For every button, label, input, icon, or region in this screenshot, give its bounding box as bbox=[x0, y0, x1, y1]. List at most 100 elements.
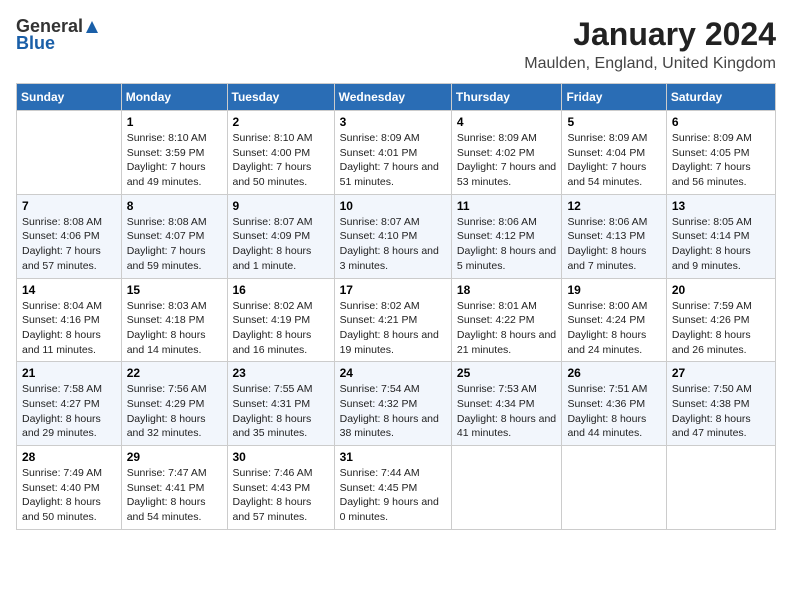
cell-info: Sunrise: 7:44 AMSunset: 4:45 PMDaylight:… bbox=[340, 466, 446, 525]
cell-info: Sunrise: 8:02 AMSunset: 4:21 PMDaylight:… bbox=[340, 299, 446, 358]
header-tuesday: Tuesday bbox=[227, 84, 334, 111]
header-friday: Friday bbox=[562, 84, 666, 111]
week-row-4: 28Sunrise: 7:49 AMSunset: 4:40 PMDayligh… bbox=[17, 446, 776, 530]
calendar-cell: 13 Sunrise: 8:05 AMSunset: 4:14 PMDayligh… bbox=[666, 194, 775, 278]
cell-info: Sunrise: 8:09 AMSunset: 4:04 PMDaylight:… bbox=[567, 131, 660, 190]
day-number: 18 bbox=[457, 283, 557, 297]
calendar-cell: 24 Sunrise: 7:54 AMSunset: 4:32 PMDayligh… bbox=[334, 362, 451, 446]
day-number: 15 bbox=[127, 283, 222, 297]
calendar-cell: 18 Sunrise: 8:01 AMSunset: 4:22 PMDayligh… bbox=[451, 278, 562, 362]
calendar-cell: 16Sunrise: 8:02 AMSunset: 4:19 PMDayligh… bbox=[227, 278, 334, 362]
day-number: 12 bbox=[567, 199, 660, 213]
logo: General Blue bbox=[16, 16, 100, 54]
cell-info: Sunrise: 7:46 AMSunset: 4:43 PMDaylight:… bbox=[233, 466, 329, 525]
cell-info: Sunrise: 8:08 AMSunset: 4:06 PMDaylight:… bbox=[22, 215, 116, 274]
cell-info: Sunrise: 8:05 AMSunset: 4:14 PMDaylight:… bbox=[672, 215, 770, 274]
day-number: 22 bbox=[127, 366, 222, 380]
header-monday: Monday bbox=[121, 84, 227, 111]
cell-info: Sunrise: 7:53 AMSunset: 4:34 PMDaylight:… bbox=[457, 382, 557, 441]
calendar-cell: 17 Sunrise: 8:02 AMSunset: 4:21 PMDayligh… bbox=[334, 278, 451, 362]
week-row-2: 14 Sunrise: 8:04 AMSunset: 4:16 PMDayligh… bbox=[17, 278, 776, 362]
calendar-cell: 1 Sunrise: 8:10 AMSunset: 3:59 PMDaylight… bbox=[121, 111, 227, 195]
day-number: 9 bbox=[233, 199, 329, 213]
calendar-cell: 21 Sunrise: 7:58 AMSunset: 4:27 PMDayligh… bbox=[17, 362, 122, 446]
day-number: 14 bbox=[22, 283, 116, 297]
cell-info: Sunrise: 8:10 AMSunset: 4:00 PMDaylight:… bbox=[233, 131, 329, 190]
day-number: 20 bbox=[672, 283, 770, 297]
day-number: 5 bbox=[567, 115, 660, 129]
calendar-cell: 6Sunrise: 8:09 AMSunset: 4:05 PMDaylight… bbox=[666, 111, 775, 195]
day-number: 29 bbox=[127, 450, 222, 464]
cell-info: Sunrise: 8:07 AMSunset: 4:10 PMDaylight:… bbox=[340, 215, 446, 274]
day-number: 2 bbox=[233, 115, 329, 129]
cell-info: Sunrise: 8:08 AMSunset: 4:07 PMDaylight:… bbox=[127, 215, 222, 274]
logo-icon bbox=[84, 19, 100, 35]
calendar-cell: 23 Sunrise: 7:55 AMSunset: 4:31 PMDayligh… bbox=[227, 362, 334, 446]
cell-info: Sunrise: 7:56 AMSunset: 4:29 PMDaylight:… bbox=[127, 382, 222, 441]
calendar-cell: 12 Sunrise: 8:06 AMSunset: 4:13 PMDayligh… bbox=[562, 194, 666, 278]
cell-info: Sunrise: 7:54 AMSunset: 4:32 PMDaylight:… bbox=[340, 382, 446, 441]
day-number: 1 bbox=[127, 115, 222, 129]
calendar-cell: 15 Sunrise: 8:03 AMSunset: 4:18 PMDayligh… bbox=[121, 278, 227, 362]
cell-info: Sunrise: 8:03 AMSunset: 4:18 PMDaylight:… bbox=[127, 299, 222, 358]
day-number: 24 bbox=[340, 366, 446, 380]
day-number: 3 bbox=[340, 115, 446, 129]
calendar-table: SundayMondayTuesdayWednesdayThursdayFrid… bbox=[16, 83, 776, 530]
calendar-cell: 25 Sunrise: 7:53 AMSunset: 4:34 PMDayligh… bbox=[451, 362, 562, 446]
cell-info: Sunrise: 8:06 AMSunset: 4:12 PMDaylight:… bbox=[457, 215, 557, 274]
calendar-cell: 22 Sunrise: 7:56 AMSunset: 4:29 PMDayligh… bbox=[121, 362, 227, 446]
day-number: 27 bbox=[672, 366, 770, 380]
cell-info: Sunrise: 8:07 AMSunset: 4:09 PMDaylight:… bbox=[233, 215, 329, 274]
day-number: 19 bbox=[567, 283, 660, 297]
logo-blue-text: Blue bbox=[16, 33, 55, 54]
calendar-cell: 14 Sunrise: 8:04 AMSunset: 4:16 PMDayligh… bbox=[17, 278, 122, 362]
calendar-cell: 11 Sunrise: 8:06 AMSunset: 4:12 PMDayligh… bbox=[451, 194, 562, 278]
cell-info: Sunrise: 7:58 AMSunset: 4:27 PMDaylight:… bbox=[22, 382, 116, 441]
cell-info: Sunrise: 8:09 AMSunset: 4:05 PMDaylight:… bbox=[672, 131, 770, 190]
calendar-cell bbox=[451, 446, 562, 530]
day-number: 26 bbox=[567, 366, 660, 380]
calendar-cell: 29Sunrise: 7:47 AMSunset: 4:41 PMDayligh… bbox=[121, 446, 227, 530]
cell-info: Sunrise: 8:09 AMSunset: 4:02 PMDaylight:… bbox=[457, 131, 557, 190]
cell-info: Sunrise: 7:59 AMSunset: 4:26 PMDaylight:… bbox=[672, 299, 770, 358]
calendar-cell bbox=[17, 111, 122, 195]
location-title: Maulden, England, United Kingdom bbox=[524, 55, 776, 73]
cell-info: Sunrise: 7:50 AMSunset: 4:38 PMDaylight:… bbox=[672, 382, 770, 441]
calendar-cell: 27 Sunrise: 7:50 AMSunset: 4:38 PMDayligh… bbox=[666, 362, 775, 446]
cell-info: Sunrise: 8:09 AMSunset: 4:01 PMDaylight:… bbox=[340, 131, 446, 190]
day-number: 21 bbox=[22, 366, 116, 380]
day-number: 13 bbox=[672, 199, 770, 213]
cell-info: Sunrise: 8:01 AMSunset: 4:22 PMDaylight:… bbox=[457, 299, 557, 358]
week-row-0: 1 Sunrise: 8:10 AMSunset: 3:59 PMDaylight… bbox=[17, 111, 776, 195]
cell-info: Sunrise: 8:10 AMSunset: 3:59 PMDaylight:… bbox=[127, 131, 222, 190]
day-number: 25 bbox=[457, 366, 557, 380]
day-number: 23 bbox=[233, 366, 329, 380]
cell-info: Sunrise: 8:02 AMSunset: 4:19 PMDaylight:… bbox=[233, 299, 329, 358]
calendar-cell: 8 Sunrise: 8:08 AMSunset: 4:07 PMDaylight… bbox=[121, 194, 227, 278]
week-row-1: 7Sunrise: 8:08 AMSunset: 4:06 PMDaylight… bbox=[17, 194, 776, 278]
cell-info: Sunrise: 8:00 AMSunset: 4:24 PMDaylight:… bbox=[567, 299, 660, 358]
day-number: 28 bbox=[22, 450, 116, 464]
calendar-cell: 9 Sunrise: 8:07 AMSunset: 4:09 PMDaylight… bbox=[227, 194, 334, 278]
header-wednesday: Wednesday bbox=[334, 84, 451, 111]
page-header: General Blue January 2024 Maulden, Engla… bbox=[16, 16, 776, 73]
calendar-cell: 26Sunrise: 7:51 AMSunset: 4:36 PMDayligh… bbox=[562, 362, 666, 446]
week-row-3: 21 Sunrise: 7:58 AMSunset: 4:27 PMDayligh… bbox=[17, 362, 776, 446]
cell-info: Sunrise: 8:06 AMSunset: 4:13 PMDaylight:… bbox=[567, 215, 660, 274]
calendar-cell bbox=[666, 446, 775, 530]
day-number: 31 bbox=[340, 450, 446, 464]
day-number: 17 bbox=[340, 283, 446, 297]
cell-info: Sunrise: 7:55 AMSunset: 4:31 PMDaylight:… bbox=[233, 382, 329, 441]
calendar-cell: 30Sunrise: 7:46 AMSunset: 4:43 PMDayligh… bbox=[227, 446, 334, 530]
day-number: 8 bbox=[127, 199, 222, 213]
calendar-cell: 20 Sunrise: 7:59 AMSunset: 4:26 PMDayligh… bbox=[666, 278, 775, 362]
calendar-cell: 10Sunrise: 8:07 AMSunset: 4:10 PMDayligh… bbox=[334, 194, 451, 278]
calendar-cell: 4 Sunrise: 8:09 AMSunset: 4:02 PMDaylight… bbox=[451, 111, 562, 195]
calendar-cell: 28Sunrise: 7:49 AMSunset: 4:40 PMDayligh… bbox=[17, 446, 122, 530]
month-title: January 2024 bbox=[524, 16, 776, 53]
day-number: 4 bbox=[457, 115, 557, 129]
cell-info: Sunrise: 8:04 AMSunset: 4:16 PMDaylight:… bbox=[22, 299, 116, 358]
calendar-header-row: SundayMondayTuesdayWednesdayThursdayFrid… bbox=[17, 84, 776, 111]
day-number: 11 bbox=[457, 199, 557, 213]
header-saturday: Saturday bbox=[666, 84, 775, 111]
